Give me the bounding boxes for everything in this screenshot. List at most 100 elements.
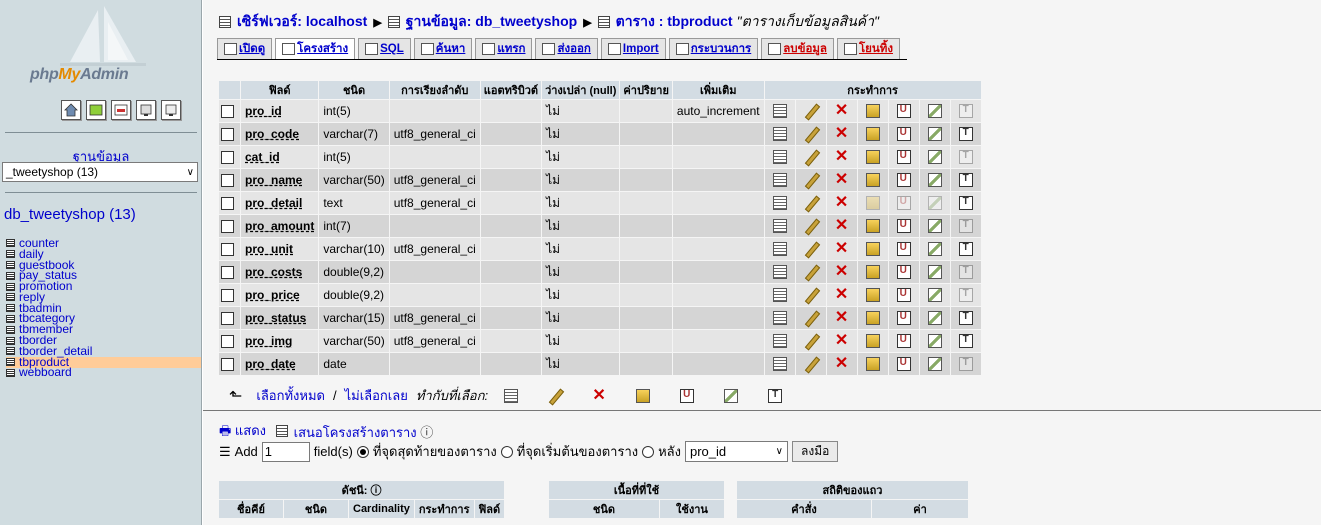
drop-icon[interactable]: ✕ — [835, 333, 849, 349]
tab-1[interactable]: โครงสร้าง — [275, 38, 356, 59]
primary-key-icon[interactable] — [865, 357, 880, 372]
breadcrumb-server[interactable]: เซิร์ฟเวอร์: localhost — [237, 11, 367, 33]
index-icon[interactable] — [927, 219, 942, 234]
after-label[interactable]: หลัง — [658, 441, 681, 462]
primary-key-icon[interactable] — [865, 265, 880, 280]
table-icon[interactable] — [6, 347, 15, 356]
cell-field[interactable]: pro_costs — [241, 261, 319, 283]
database-select[interactable]: _tweetyshop (13) ∨ — [2, 162, 198, 182]
home-button[interactable] — [61, 100, 81, 120]
db-title-link[interactable]: db_tweetyshop (13) — [4, 206, 136, 223]
fulltext-icon[interactable] — [958, 104, 973, 119]
table-icon[interactable] — [6, 304, 15, 313]
table-icon[interactable] — [6, 293, 15, 302]
browse-distinct-icon[interactable] — [772, 104, 787, 119]
fulltext-icon[interactable] — [958, 311, 973, 326]
fulltext-icon[interactable] — [958, 265, 973, 280]
browse-distinct-icon[interactable] — [772, 265, 787, 280]
tab-2[interactable]: SQL — [358, 38, 411, 59]
check-all-link[interactable]: เลือกทั้งหมด — [256, 385, 325, 406]
primary-key-icon[interactable] — [865, 196, 880, 211]
browse-distinct-icon[interactable] — [772, 219, 787, 234]
fulltext-icon[interactable] — [958, 357, 973, 372]
edit-icon[interactable] — [804, 173, 818, 187]
at-end-label[interactable]: ที่จุดสุดท้ายของตาราง — [373, 441, 497, 462]
tab-7[interactable]: กระบวนการ — [668, 38, 759, 59]
cell-field[interactable]: pro_name — [241, 169, 319, 191]
bulk-browse-icon[interactable] — [504, 388, 519, 403]
primary-key-icon[interactable] — [865, 311, 880, 326]
drop-icon[interactable]: ✕ — [835, 195, 849, 211]
edit-icon[interactable] — [804, 242, 818, 256]
documentation-button[interactable] — [136, 100, 156, 120]
bulk-unique-icon[interactable] — [680, 388, 695, 403]
cell-field[interactable]: cat_id — [241, 146, 319, 168]
sql-docs-button[interactable] — [161, 100, 181, 120]
drop-icon[interactable]: ✕ — [835, 356, 849, 372]
unique-icon[interactable] — [896, 219, 911, 234]
table-icon[interactable] — [6, 282, 15, 291]
bulk-edit-icon[interactable] — [548, 389, 562, 403]
fulltext-icon[interactable] — [958, 196, 973, 211]
table-icon[interactable] — [6, 260, 15, 269]
bulk-fulltext-icon[interactable] — [768, 388, 783, 403]
edit-icon[interactable] — [804, 288, 818, 302]
phpmyadmin-logo[interactable]: phpMyAdmin — [0, 0, 201, 92]
browse-distinct-icon[interactable] — [772, 357, 787, 372]
tab-4[interactable]: แทรก — [475, 38, 533, 59]
fulltext-icon[interactable] — [958, 242, 973, 257]
tab-0[interactable]: เปิดดู — [217, 38, 273, 59]
cell-field[interactable]: pro_status — [241, 307, 319, 329]
index-icon[interactable] — [927, 242, 942, 257]
drop-icon[interactable]: ✕ — [835, 149, 849, 165]
edit-icon[interactable] — [804, 219, 818, 233]
row-checkbox[interactable] — [221, 150, 234, 164]
breadcrumb-table[interactable]: ตาราง : tbproduct — [616, 11, 733, 33]
edit-icon[interactable] — [804, 104, 818, 118]
drop-icon[interactable]: ✕ — [835, 264, 849, 280]
cell-field[interactable]: pro_date — [241, 353, 319, 375]
row-checkbox[interactable] — [221, 104, 234, 118]
row-checkbox[interactable] — [221, 288, 234, 302]
bulk-primary-icon[interactable] — [636, 388, 651, 403]
unique-icon[interactable] — [896, 173, 911, 188]
go-button[interactable]: ลงมือ — [791, 441, 839, 462]
bulk-index-icon[interactable] — [724, 388, 739, 403]
table-icon[interactable] — [6, 250, 15, 259]
table-icon[interactable] — [6, 325, 15, 334]
unique-icon[interactable] — [896, 311, 911, 326]
index-icon[interactable] — [927, 311, 942, 326]
cell-field[interactable]: pro_price — [241, 284, 319, 306]
unique-icon[interactable] — [896, 334, 911, 349]
browse-distinct-icon[interactable] — [772, 311, 787, 326]
table-icon[interactable] — [6, 358, 15, 367]
edit-icon[interactable] — [804, 311, 818, 325]
index-icon[interactable] — [927, 127, 942, 142]
exit-button[interactable] — [86, 100, 106, 120]
browse-distinct-icon[interactable] — [772, 150, 787, 165]
unique-icon[interactable] — [896, 150, 911, 165]
query-window-button[interactable] — [111, 100, 131, 120]
row-checkbox[interactable] — [221, 311, 234, 325]
edit-icon[interactable] — [804, 196, 818, 210]
drop-icon[interactable]: ✕ — [835, 103, 849, 119]
primary-key-icon[interactable] — [865, 173, 880, 188]
index-icon[interactable] — [927, 196, 942, 211]
breadcrumb-database[interactable]: ฐานข้อมูล: db_tweetyshop — [406, 11, 577, 33]
row-checkbox[interactable] — [221, 196, 234, 210]
cell-field[interactable]: pro_code — [241, 123, 319, 145]
tab-6[interactable]: Import — [600, 38, 666, 59]
index-icon[interactable] — [927, 173, 942, 188]
row-checkbox[interactable] — [221, 265, 234, 279]
edit-icon[interactable] — [804, 265, 818, 279]
unique-icon[interactable] — [896, 127, 911, 142]
edit-icon[interactable] — [804, 127, 818, 141]
browse-distinct-icon[interactable] — [772, 334, 787, 349]
table-name[interactable]: webboard — [19, 366, 72, 378]
row-checkbox[interactable] — [221, 334, 234, 348]
tab-8[interactable]: ลบข้อมูล — [761, 38, 834, 59]
unique-icon[interactable] — [896, 104, 911, 119]
row-checkbox[interactable] — [221, 127, 234, 141]
table-icon[interactable] — [6, 368, 15, 377]
index-icon[interactable] — [927, 104, 942, 119]
